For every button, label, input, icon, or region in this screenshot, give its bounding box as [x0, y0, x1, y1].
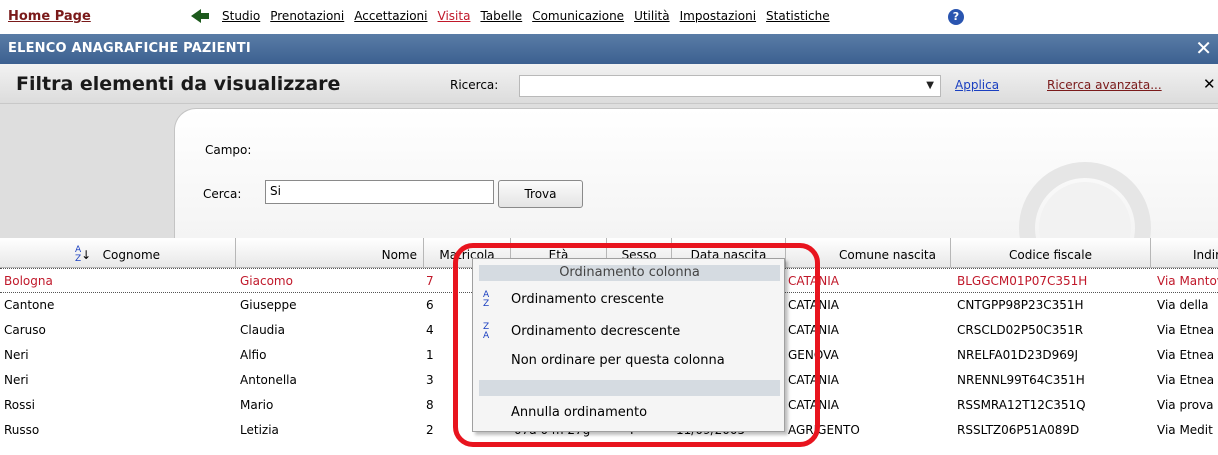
cell-matricola: 4: [426, 323, 434, 337]
cell-cognome: Neri: [4, 348, 29, 362]
cell-matricola: 8: [426, 398, 434, 412]
cell-indirizzo: Via Etnea: [1157, 373, 1215, 387]
cell-indirizzo: Via prova: [1157, 398, 1214, 412]
column-header-indirizzo[interactable]: Indirizzo: [1151, 238, 1218, 268]
back-arrow-icon[interactable]: [190, 8, 210, 24]
cell-matricola: 1: [426, 348, 434, 362]
home-page-link[interactable]: Home Page: [8, 9, 91, 24]
cell-nome: Giacomo: [240, 274, 293, 288]
menu-impostazioni[interactable]: Impostazioni: [680, 9, 756, 23]
cell-indirizzo: Via Medit: [1157, 423, 1213, 437]
cerca-input[interactable]: Si: [265, 180, 494, 204]
campo-label: Campo:: [205, 143, 252, 157]
menu-visita[interactable]: Visita: [438, 9, 471, 23]
cell-cf: RSSMRA12T12C351Q: [957, 398, 1086, 412]
filter-close-icon[interactable]: ✕: [1203, 75, 1216, 93]
cell-cf: CRSCLD02P50C351R: [957, 323, 1084, 337]
cell-cf: BLGGCM01P07C351H: [957, 274, 1088, 288]
cell-matricola: 3: [426, 373, 434, 387]
top-menubar: Home Page Studio Prenotazioni Accettazio…: [0, 0, 1218, 34]
column-label: Cognome: [102, 248, 161, 262]
cell-matricola: 6: [426, 298, 434, 312]
trova-button[interactable]: Trova: [498, 180, 583, 208]
cell-cognome: Rossi: [4, 398, 35, 412]
window-titlebar: ELENCO ANAGRAFICHE PAZIENTI ✕: [0, 34, 1218, 64]
cell-nome: Antonella: [240, 373, 297, 387]
ricerca-dropdown[interactable]: ▼: [519, 75, 941, 97]
dropdown-arrow-icon[interactable]: ▼: [926, 80, 934, 91]
cell-cf: CNTGPP98P23C351H: [957, 298, 1084, 312]
cell-cf: NRELFA01D23D969J: [957, 348, 1079, 362]
menu-tabelle[interactable]: Tabelle: [480, 9, 522, 23]
cell-nome: Claudia: [240, 323, 285, 337]
cell-cf: NRENNL99T64C351H: [957, 373, 1085, 387]
menu-utilita[interactable]: Utilità: [634, 9, 670, 23]
cell-matricola: 2: [426, 423, 434, 437]
help-icon[interactable]: ?: [948, 9, 964, 25]
cell-cognome: Neri: [4, 373, 29, 387]
advanced-search-link[interactable]: Ricerca avanzata...: [1047, 78, 1162, 92]
cell-nome: Letizia: [240, 423, 279, 437]
cell-cognome: Bologna: [4, 274, 53, 288]
cell-indirizzo: Via Etnea: [1157, 323, 1215, 337]
menu-statistiche[interactable]: Statistiche: [766, 9, 830, 23]
column-header-nome[interactable]: Nome: [236, 238, 424, 268]
highlight-annotation: [453, 243, 820, 447]
apply-link[interactable]: Applica: [955, 78, 999, 92]
window-close-icon[interactable]: ✕: [1195, 36, 1212, 60]
main-menu: Studio Prenotazioni Accettazioni Visita …: [222, 9, 840, 23]
ricerca-label: Ricerca:: [450, 78, 499, 92]
cell-nome: Giuseppe: [240, 298, 297, 312]
column-header-cognome[interactable]: A Z↓ Cognome: [0, 238, 236, 268]
column-header-codice-fiscale[interactable]: Codice fiscale: [951, 238, 1151, 268]
menu-studio[interactable]: Studio: [222, 9, 260, 23]
filter-title: Filtra elementi da visualizzare: [16, 73, 341, 95]
cell-matricola: 7: [426, 274, 434, 288]
sort-ascending-icon: AZ: [74, 245, 82, 264]
cell-nome: Mario: [240, 398, 274, 412]
cell-cognome: Russo: [4, 423, 40, 437]
column-label: Codice fiscale: [1009, 248, 1092, 262]
cell-cf: RSSLTZ06P51A089D: [957, 423, 1080, 437]
column-label: Comune nascita: [838, 248, 936, 262]
window-title: ELENCO ANAGRAFICHE PAZIENTI: [8, 41, 251, 56]
search-panel: Campo: Cerca: Si Trova: [0, 104, 1218, 325]
cell-nome: Alfio: [240, 348, 267, 362]
menu-accettazioni[interactable]: Accettazioni: [354, 9, 427, 23]
cell-cognome: Cantone: [4, 298, 55, 312]
cerca-label: Cerca:: [203, 187, 242, 201]
column-label: Indirizzo: [1193, 248, 1218, 262]
cell-indirizzo: Via della: [1157, 298, 1209, 312]
cell-cognome: Caruso: [4, 323, 46, 337]
cell-indirizzo: Via Etnea: [1157, 348, 1215, 362]
menu-comunicazione[interactable]: Comunicazione: [532, 9, 624, 23]
menu-prenotazioni[interactable]: Prenotazioni: [270, 9, 344, 23]
cell-indirizzo: Via Mantova: [1157, 274, 1218, 288]
filter-bar: Filtra elementi da visualizzare Ricerca:…: [0, 64, 1218, 104]
column-label: Nome: [381, 248, 417, 262]
